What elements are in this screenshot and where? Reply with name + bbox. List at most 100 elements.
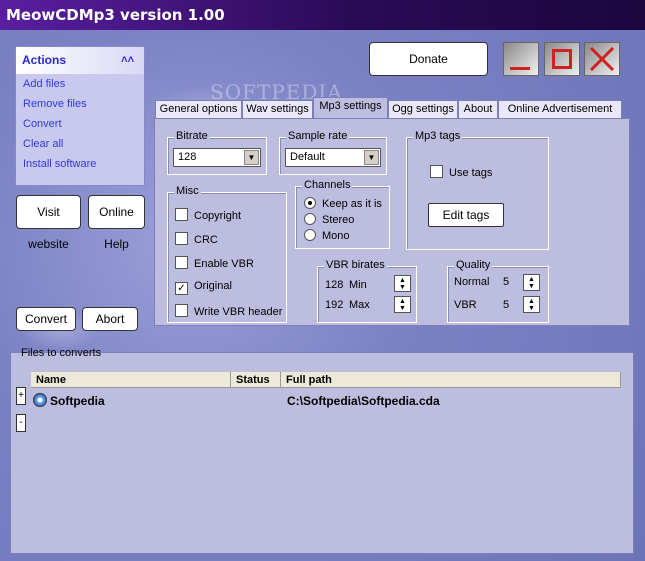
channel-stereo-label: Stereo: [322, 214, 355, 226]
quality-label: Quality: [454, 259, 493, 271]
misc-label: Misc: [174, 185, 201, 197]
vbr-min-spinner[interactable]: ▲ ▼: [394, 275, 411, 292]
action-convert[interactable]: Convert: [16, 114, 144, 134]
vbr-max-value: 192: [325, 299, 344, 311]
edit-tags-button[interactable]: Edit tags: [428, 203, 504, 227]
tab-about[interactable]: About: [458, 100, 498, 118]
column-header-status[interactable]: Status: [231, 372, 281, 388]
action-install-software[interactable]: Install software: [16, 154, 144, 174]
cd-audio-icon: [33, 393, 47, 407]
crc-checkbox[interactable]: CRC: [175, 232, 218, 247]
checkmark-icon[interactable]: ✓: [175, 282, 188, 295]
checkbox-icon[interactable]: [430, 165, 443, 178]
bitrate-label: Bitrate: [174, 130, 210, 142]
add-file-button[interactable]: +: [16, 387, 26, 405]
quality-vbr-spinner[interactable]: ▲ ▼: [523, 296, 540, 313]
online-help-button[interactable]: Online Help: [88, 195, 145, 251]
enable-vbr-checkbox[interactable]: Enable VBR: [175, 256, 254, 271]
visit-website-button[interactable]: Visit website: [16, 195, 81, 251]
radio-icon[interactable]: [304, 213, 316, 225]
minimize-button[interactable]: [503, 42, 539, 76]
vbr-min-value: 128: [325, 279, 344, 291]
chevron-down-icon[interactable]: ▼: [364, 150, 379, 165]
file-list[interactable]: Name Status Full path Softpedia C:\Softp…: [31, 372, 621, 528]
title-bar: MeowCDMp3 version 1.00: [0, 0, 645, 30]
samplerate-value: Default: [290, 151, 325, 163]
samplerate-group: Sample rate Default ▼: [279, 130, 387, 175]
quality-group: Quality Normal 5 ▲ ▼ VBR 5 ▲ ▼: [447, 259, 549, 323]
checkbox-icon[interactable]: [175, 256, 188, 269]
bitrate-value: 128: [178, 151, 197, 163]
collapse-chevron-icon[interactable]: ˄˄: [121, 47, 134, 74]
vbr-max-label: Max: [349, 299, 370, 311]
samplerate-label: Sample rate: [286, 130, 350, 142]
file-path: C:\Softpedia\Softpedia.cda: [287, 394, 440, 408]
tab-online-advertisement[interactable]: Online Advertisement: [498, 100, 622, 118]
quality-vbr-value: 5: [503, 299, 510, 311]
donate-button[interactable]: Donate: [369, 42, 488, 76]
channel-mono-label: Mono: [322, 230, 350, 242]
channel-keep-radio[interactable]: Keep as it is: [304, 197, 382, 211]
use-tags-label: Use tags: [449, 167, 493, 179]
tab-wav-settings[interactable]: Wav settings: [242, 100, 313, 118]
mp3-tags-label: Mp3 tags: [413, 130, 463, 142]
table-row[interactable]: Softpedia C:\Softpedia\Softpedia.cda: [31, 391, 621, 409]
channel-stereo-radio[interactable]: Stereo: [304, 213, 354, 227]
mp3-tags-group: Mp3 tags Use tags Edit tags: [406, 130, 549, 250]
use-tags-checkbox[interactable]: Use tags: [430, 165, 492, 180]
actions-panel: Actions ˄˄ Add files Remove files Conver…: [15, 46, 145, 186]
enable-vbr-label: Enable VBR: [194, 258, 254, 270]
maximize-button[interactable]: [544, 42, 580, 76]
column-header-full-path[interactable]: Full path: [281, 372, 621, 388]
vbr-bitrates-label: VBR birates: [324, 259, 387, 271]
file-name: Softpedia: [50, 394, 105, 408]
abort-button[interactable]: Abort: [82, 307, 138, 331]
original-checkbox[interactable]: ✓ Original: [175, 280, 232, 295]
channels-label: Channels: [302, 179, 353, 191]
convert-button[interactable]: Convert: [16, 307, 76, 331]
samplerate-select[interactable]: Default ▼: [285, 148, 381, 167]
column-header-name[interactable]: Name: [31, 372, 231, 388]
write-vbr-header-checkbox[interactable]: Write VBR header: [175, 304, 282, 319]
mp3-settings-panel: Bitrate 128 ▼ Sample rate Default ▼ Mp3 …: [154, 118, 630, 326]
action-remove-files[interactable]: Remove files: [16, 94, 144, 114]
actions-title: Actions: [22, 53, 67, 67]
quality-normal-value: 5: [503, 276, 510, 288]
quality-normal-spinner[interactable]: ▲ ▼: [523, 274, 540, 291]
close-icon: [589, 46, 615, 72]
channel-mono-radio[interactable]: Mono: [304, 229, 350, 243]
window-title: MeowCDMp3 version 1.00: [6, 6, 225, 24]
main-window: MeowCDMp3 version 1.00 Actions ˄˄ Add fi…: [0, 0, 645, 561]
actions-header[interactable]: Actions ˄˄: [16, 47, 144, 74]
action-add-files[interactable]: Add files: [16, 74, 144, 94]
original-label: Original: [194, 280, 232, 292]
minimize-icon: [510, 67, 530, 70]
chevron-down-icon[interactable]: ▼: [244, 150, 259, 165]
close-button[interactable]: [584, 42, 620, 76]
files-label: Files to converts: [21, 347, 102, 359]
crc-label: CRC: [194, 234, 218, 246]
channel-keep-label: Keep as it is: [322, 198, 382, 210]
vbr-min-label: Min: [349, 279, 367, 291]
checkbox-icon[interactable]: [175, 208, 188, 221]
vbr-bitrates-group: VBR birates 128 Min ▲ ▼ 192 Max ▲ ▼: [317, 259, 417, 323]
channels-group: Channels Keep as it is Stereo Mono: [295, 179, 390, 249]
vbr-max-spinner[interactable]: ▲ ▼: [394, 296, 411, 313]
tab-mp3-settings[interactable]: Mp3 settings: [313, 97, 388, 119]
misc-group: Misc Copyright CRC Enable VBR ✓ Original …: [167, 185, 287, 323]
tab-ogg-settings[interactable]: Ogg settings: [388, 100, 458, 118]
quality-normal-label: Normal: [454, 276, 490, 288]
checkbox-icon[interactable]: [175, 232, 188, 245]
bitrate-select[interactable]: 128 ▼: [173, 148, 261, 167]
tab-general-options[interactable]: General options: [155, 100, 242, 118]
radio-selected-icon[interactable]: [304, 197, 316, 209]
radio-icon[interactable]: [304, 229, 316, 241]
remove-file-button[interactable]: -: [16, 414, 26, 432]
checkbox-icon[interactable]: [175, 304, 188, 317]
bitrate-group: Bitrate 128 ▼: [167, 130, 267, 175]
copyright-checkbox[interactable]: Copyright: [175, 208, 241, 223]
write-vbr-header-label: Write VBR header: [194, 306, 283, 318]
maximize-icon: [552, 49, 572, 69]
action-clear-all[interactable]: Clear all: [16, 134, 144, 154]
quality-vbr-label: VBR: [454, 299, 477, 311]
